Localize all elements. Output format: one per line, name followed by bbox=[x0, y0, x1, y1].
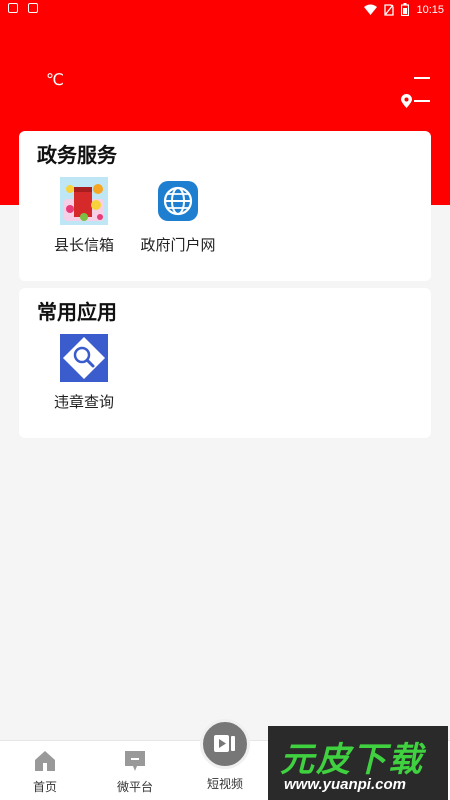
chat-icon bbox=[125, 751, 145, 771]
watermark-title: 元皮下载 bbox=[280, 741, 424, 779]
android-notification-icon bbox=[28, 3, 38, 13]
app-label: 县长信箱 bbox=[53, 237, 114, 254]
mailbox-flowers-icon bbox=[60, 177, 108, 225]
location-text-line[interactable] bbox=[414, 100, 430, 102]
status-bar: 10:15 bbox=[0, 0, 450, 20]
search-icon bbox=[60, 334, 108, 382]
app-violation-query[interactable]: 违章查询 bbox=[34, 334, 134, 412]
menu-icon[interactable] bbox=[414, 77, 430, 79]
battery-icon bbox=[401, 3, 410, 16]
nav-item-short-video[interactable]: 短视频 bbox=[180, 771, 270, 792]
watermark-logo: 元皮下载 www.yuanpi.com bbox=[268, 726, 448, 800]
common-apps-title: 常用应用 bbox=[37, 302, 117, 324]
gov-services-title: 政务服务 bbox=[37, 145, 117, 167]
image-notification-icon bbox=[8, 3, 18, 13]
nav-label: 微平台 bbox=[116, 780, 153, 794]
common-apps-card: 常用应用 违章查询 bbox=[19, 288, 431, 438]
temperature-label: ℃ bbox=[46, 72, 64, 89]
video-icon bbox=[214, 735, 235, 752]
video-center-button[interactable] bbox=[200, 719, 250, 769]
location-pin-icon[interactable] bbox=[401, 94, 412, 108]
home-icon bbox=[35, 751, 55, 771]
app-label: 政府门户网 bbox=[140, 237, 216, 254]
wifi-icon bbox=[364, 4, 378, 15]
nav-item-home[interactable]: 首页 bbox=[0, 741, 90, 795]
nav-item-micro-platform[interactable]: 微平台 bbox=[90, 741, 180, 795]
status-time: 10:15 bbox=[416, 3, 444, 16]
globe-icon bbox=[158, 181, 198, 221]
app-county-mailbox[interactable]: 县长信箱 bbox=[34, 177, 134, 255]
watermark-url: www.yuanpi.com bbox=[284, 776, 406, 793]
gov-services-card: 政务服务 县长信箱 政府门户网 bbox=[19, 131, 431, 281]
no-sim-icon bbox=[384, 3, 395, 16]
nav-label: 首页 bbox=[32, 780, 57, 794]
app-gov-portal[interactable]: 政府门户网 bbox=[128, 177, 228, 255]
nav-label: 短视频 bbox=[206, 777, 243, 791]
app-label: 违章查询 bbox=[53, 394, 114, 411]
